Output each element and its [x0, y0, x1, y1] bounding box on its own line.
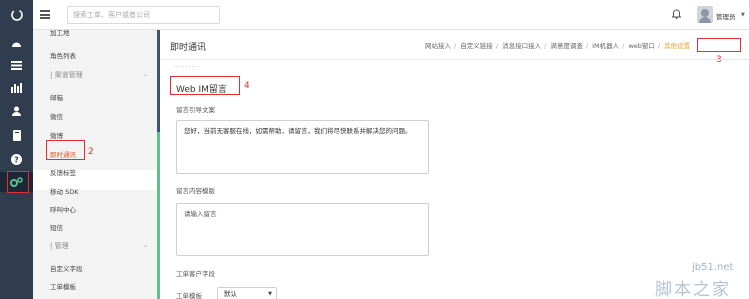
help-icon[interactable]: ? — [0, 149, 33, 169]
guide-label: 留言引导文案 — [176, 106, 215, 114]
annotation-number-4: 4 — [244, 81, 250, 91]
username[interactable]: 管理员 — [716, 11, 736, 21]
menu-item-mobile-sdk[interactable]: 移动 SDK — [50, 186, 78, 196]
annotation-box-2 — [46, 140, 85, 160]
icon-rail: ? — [0, 0, 33, 299]
hamburger-icon[interactable] — [40, 10, 50, 19]
annotation-number-2: 2 — [88, 147, 94, 157]
users-icon[interactable] — [0, 101, 33, 121]
menu-item-sms[interactable]: 短信 — [50, 222, 63, 232]
guide-textarea[interactable]: 您好，当前无客服在线，如需帮助，请留言，我们将尽快联系并解决您的问题。 — [176, 120, 429, 174]
menu-group-manage[interactable]: | 管理 — [50, 241, 69, 251]
ellipsis-dots: ......... — [174, 62, 201, 69]
search-input[interactable]: 搜索工单、客户或者公司 — [67, 6, 220, 24]
menu-item-weibo[interactable]: 微博 — [50, 130, 63, 140]
watermark-text: 脚本之家 — [655, 280, 731, 299]
template-label: 留言内容模版 — [176, 187, 215, 195]
section-title: Web IM留言 — [176, 85, 227, 95]
menu-item-role-list[interactable]: 角色列表 — [50, 50, 76, 60]
list-icon[interactable] — [0, 55, 33, 75]
tab-other-settings[interactable]: 其他设置 — [664, 42, 690, 50]
tab-web-window[interactable]: web窗口 — [628, 42, 654, 50]
chevron-down-icon[interactable]: ▼ — [741, 12, 745, 18]
chevron-down-icon: ▼ — [268, 291, 272, 297]
chevron-down-icon[interactable]: ⌄ — [143, 242, 148, 249]
svg-text:?: ? — [14, 155, 19, 164]
select-value: 默认 — [224, 290, 237, 298]
ticket-template-select[interactable]: 默认 ▼ — [217, 287, 277, 299]
logo-icon[interactable] — [0, 0, 33, 29]
secondary-menu: 加工地 角色列表 | 渠道管理 ⌄ 邮箱 微信 微博 即时通讯 2 反馈标签 移… — [33, 27, 157, 299]
annotation-box-1 — [7, 171, 29, 193]
divider — [160, 59, 749, 60]
tab-website[interactable]: 网站接入 — [425, 42, 451, 50]
template-textarea[interactable]: 请输入留言 — [176, 203, 429, 256]
watermark-url: jb51.net — [692, 262, 734, 273]
tab-custom-link[interactable]: 自定义链接 — [460, 42, 493, 50]
tab-im-robot[interactable]: IM机器人 — [592, 42, 619, 50]
menu-item-custom-fields[interactable]: 自定义字段 — [50, 263, 83, 273]
content-accent-bar — [157, 132, 160, 299]
menu-item-email[interactable]: 邮箱 — [50, 92, 63, 102]
tab-message-api[interactable]: 消息接口接入 — [502, 42, 541, 50]
app-root: ? 1 搜索工单、客户或者公司 管理员 ▼ 加工地 角色列表 | 渠道管理 ⌄ … — [0, 0, 749, 299]
avatar[interactable] — [697, 6, 713, 23]
breadcrumb: 网站接入 / 自定义链接 / 消息接口接入 / 满意度调查 / IM机器人 / web窗口… — [425, 42, 691, 50]
menu-item-call-center[interactable]: 呼叫中心 — [50, 204, 76, 214]
annotation-box-3 — [697, 38, 741, 52]
dashboard-icon[interactable] — [0, 33, 33, 53]
menu-item-wechat[interactable]: 微信 — [50, 111, 63, 121]
select-label: 工单模板 — [176, 292, 202, 299]
page-title: 即时通讯 — [170, 43, 207, 53]
chevron-down-icon[interactable]: ⌄ — [143, 71, 148, 78]
menu-item-feedback-tags[interactable]: 反馈标签 — [50, 167, 76, 177]
main-content: 即时通讯 网站接入 / 自定义链接 / 消息接口接入 / 满意度调查 / IM机器人 / … — [157, 30, 749, 299]
bell-icon[interactable] — [671, 8, 682, 21]
menu-group-channel[interactable]: | 渠道管理 — [50, 70, 83, 80]
top-bar: 搜索工单、客户或者公司 管理员 ▼ — [33, 0, 749, 30]
annotation-number-3: 3 — [716, 55, 722, 65]
tab-satisfaction[interactable]: 满意度调查 — [550, 42, 583, 50]
menu-item-ticket-template[interactable]: 工单模板 — [50, 281, 76, 291]
chart-icon[interactable] — [0, 78, 33, 98]
book-icon[interactable] — [0, 125, 33, 145]
fields-label: 工单客户字段 — [176, 270, 215, 278]
menu-item-partial[interactable]: 加工地 — [50, 27, 70, 37]
